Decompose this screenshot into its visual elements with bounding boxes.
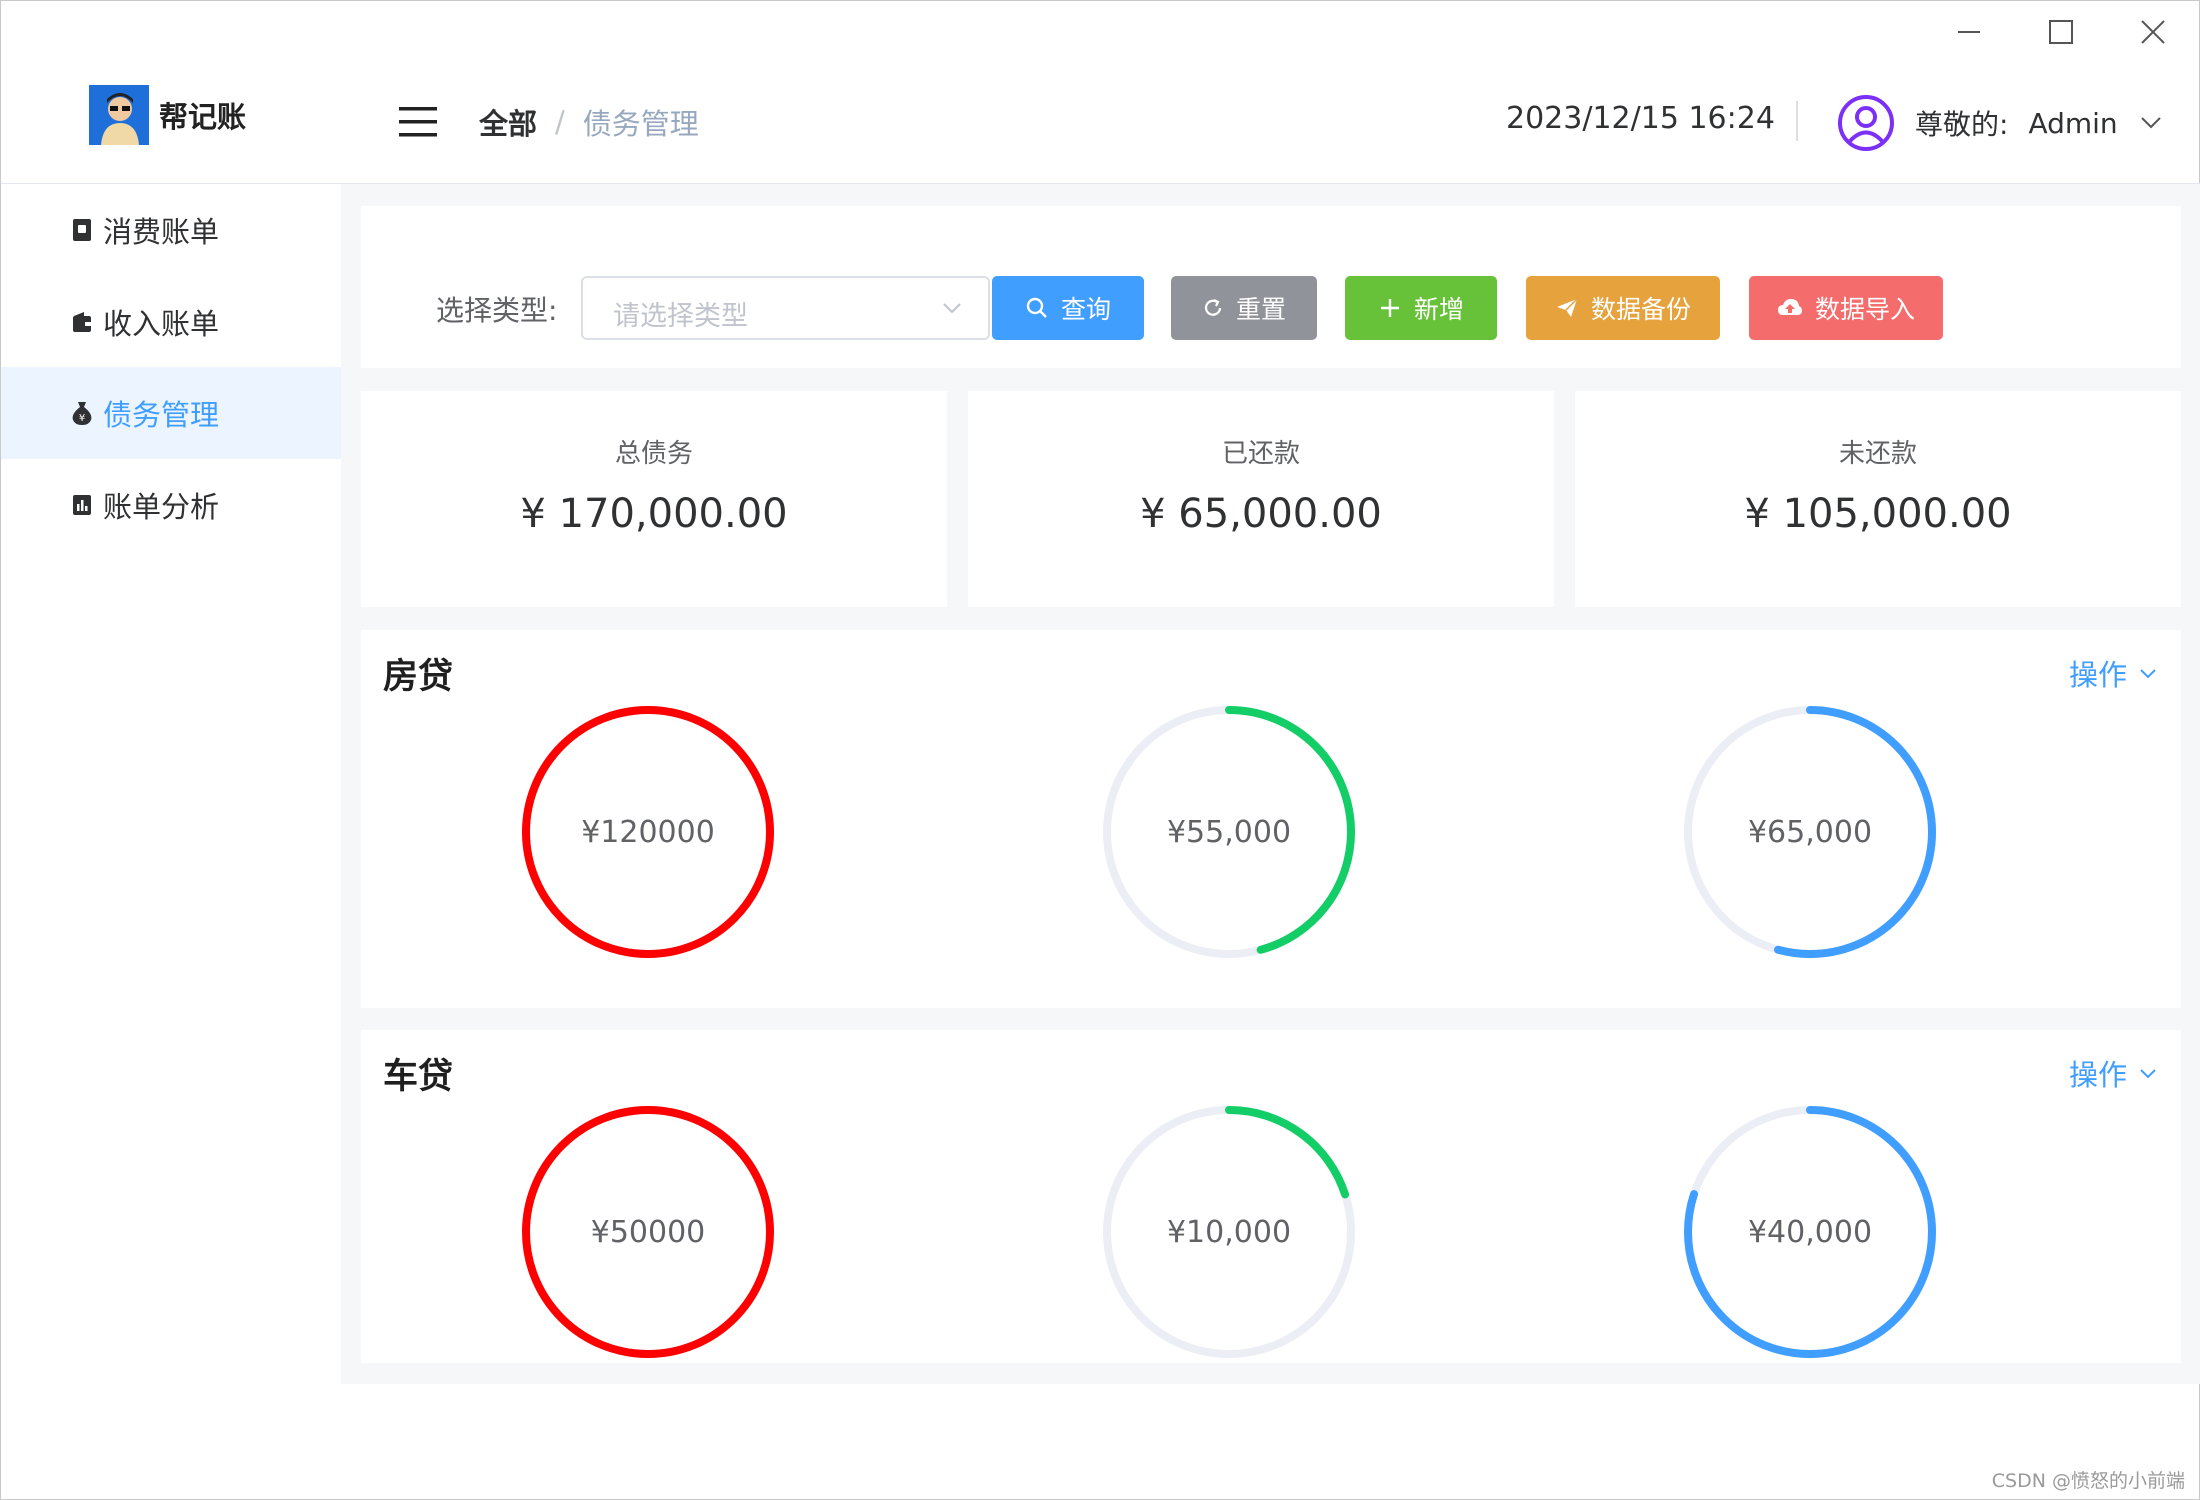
chevron-down-icon (2140, 117, 2161, 129)
breadcrumb-separator: / (555, 105, 565, 139)
user-avatar-icon (1838, 95, 1894, 151)
ring-label: ¥65,000 (1747, 814, 1873, 850)
stat-card-total: 总债务 ¥ 170,000.00 (361, 391, 947, 607)
user-greeting: 尊敬的: (1915, 108, 2009, 141)
add-button-label: 新增 (1413, 295, 1464, 324)
sidebar-item-expense[interactable]: 消费账单 (1, 184, 341, 276)
add-button[interactable]: 新增 (1345, 276, 1497, 340)
type-filter-label: 选择类型: (436, 294, 558, 327)
sidebar-item-income[interactable]: 收入账单 (1, 276, 341, 368)
app-header: 帮记账 全部 / 债务管理 2023/12/15 16:24 尊敬的: Admi… (1, 1, 2200, 184)
type-select[interactable]: 请选择类型 (581, 276, 990, 340)
cloud-upload-icon (1777, 297, 1803, 319)
ring-label: ¥40,000 (1747, 1214, 1873, 1250)
chevron-down-icon (2140, 1068, 2156, 1078)
ring-total: ¥50000 (522, 1106, 774, 1358)
ring-paid: ¥55,000 (1103, 706, 1355, 958)
query-button-label: 查询 (1060, 295, 1111, 324)
ring-paid: ¥10,000 (1103, 1106, 1355, 1358)
app-window: 帮记账 全部 / 债务管理 2023/12/15 16:24 尊敬的: Admi… (0, 0, 2200, 1500)
hamburger-icon (399, 107, 437, 137)
stat-title: 未还款 (1838, 439, 1917, 469)
debt-title: 房贷 (383, 657, 454, 697)
chevron-down-icon (943, 303, 961, 314)
stat-title: 总债务 (614, 439, 693, 469)
stat-card-paid: 已还款 ¥ 65,000.00 (968, 391, 1554, 607)
sidebar-item-debt[interactable]: ¥ 债务管理 (1, 367, 341, 459)
stat-title: 已还款 (1221, 439, 1300, 469)
breadcrumb-item-all[interactable]: 全部 (479, 101, 537, 143)
debt-card-car-loan: 车贷 操作 ¥50000 ¥10,000 ¥40,000 (361, 1030, 2181, 1363)
ring-label: ¥55,000 (1166, 814, 1292, 850)
money-bag-icon: ¥ (71, 400, 93, 426)
filter-panel: 选择类型: 请选择类型 查询 重置 新增 数据备份 数据导入 (361, 206, 2181, 368)
watermark: CSDN @愤怒的小前端 (1991, 1470, 2185, 1492)
logo-avatar-icon (89, 85, 149, 145)
import-button-label: 数据导入 (1814, 295, 1915, 324)
bar-chart-icon (71, 492, 93, 518)
sidebar-item-label: 债务管理 (103, 398, 220, 432)
user-menu[interactable]: 尊敬的: Admin (1837, 94, 2162, 152)
debt-title: 车贷 (383, 1057, 454, 1097)
ring-label: ¥50000 (590, 1214, 706, 1250)
app-logo[interactable]: 帮记账 (89, 85, 246, 145)
ring-label: ¥10,000 (1166, 1214, 1292, 1250)
reset-button-label: 重置 (1235, 295, 1286, 324)
ring-unpaid: ¥40,000 (1684, 1106, 1936, 1358)
debt-actions-dropdown[interactable]: 操作 (2069, 652, 2157, 694)
ring-total: ¥120000 (522, 706, 774, 958)
breadcrumb: 全部 / 债务管理 (479, 101, 699, 143)
debt-card-mortgage: 房贷 操作 ¥120000 ¥55,000 ¥65,000 (361, 630, 2181, 1008)
refresh-icon (1202, 297, 1224, 319)
backup-button-label: 数据备份 (1590, 295, 1691, 324)
current-datetime: 2023/12/15 16:24 (1506, 101, 1775, 136)
menu-toggle-button[interactable] (397, 105, 439, 139)
search-icon (1025, 296, 1049, 320)
receipt-icon (71, 217, 93, 243)
chevron-down-icon (2140, 668, 2156, 678)
backup-button[interactable]: 数据备份 (1526, 276, 1720, 340)
stat-value: ¥ 170,000.00 (520, 491, 788, 537)
stat-value: ¥ 105,000.00 (1744, 491, 2012, 537)
plus-icon (1378, 296, 1402, 320)
send-icon (1555, 296, 1579, 320)
user-name: Admin (2028, 106, 2118, 140)
type-select-placeholder: 请选择类型 (613, 301, 748, 332)
sidebar-item-label: 账单分析 (103, 490, 220, 524)
debt-actions-label: 操作 (2068, 1058, 2127, 1092)
debt-actions-dropdown[interactable]: 操作 (2069, 1052, 2157, 1094)
reset-button[interactable]: 重置 (1171, 276, 1317, 340)
ring-label: ¥120000 (581, 814, 715, 850)
sidebar-item-label: 收入账单 (103, 307, 220, 341)
sidebar-nav: 消费账单 收入账单 ¥ 债务管理 账单分析 (1, 184, 341, 1384)
query-button[interactable]: 查询 (992, 276, 1144, 340)
wallet-icon (71, 309, 93, 335)
sidebar-item-label: 消费账单 (103, 215, 220, 249)
stat-card-unpaid: 未还款 ¥ 105,000.00 (1575, 391, 2181, 607)
app-name: 帮记账 (159, 100, 247, 134)
header-divider (1796, 101, 1798, 141)
stat-value: ¥ 65,000.00 (1140, 491, 1382, 537)
ring-unpaid: ¥65,000 (1684, 706, 1936, 958)
breadcrumb-item-current: 债务管理 (582, 107, 699, 141)
sidebar-item-analysis[interactable]: 账单分析 (1, 459, 341, 551)
import-button[interactable]: 数据导入 (1749, 276, 1943, 340)
svg-text:¥: ¥ (79, 413, 85, 424)
debt-actions-label: 操作 (2068, 658, 2127, 692)
